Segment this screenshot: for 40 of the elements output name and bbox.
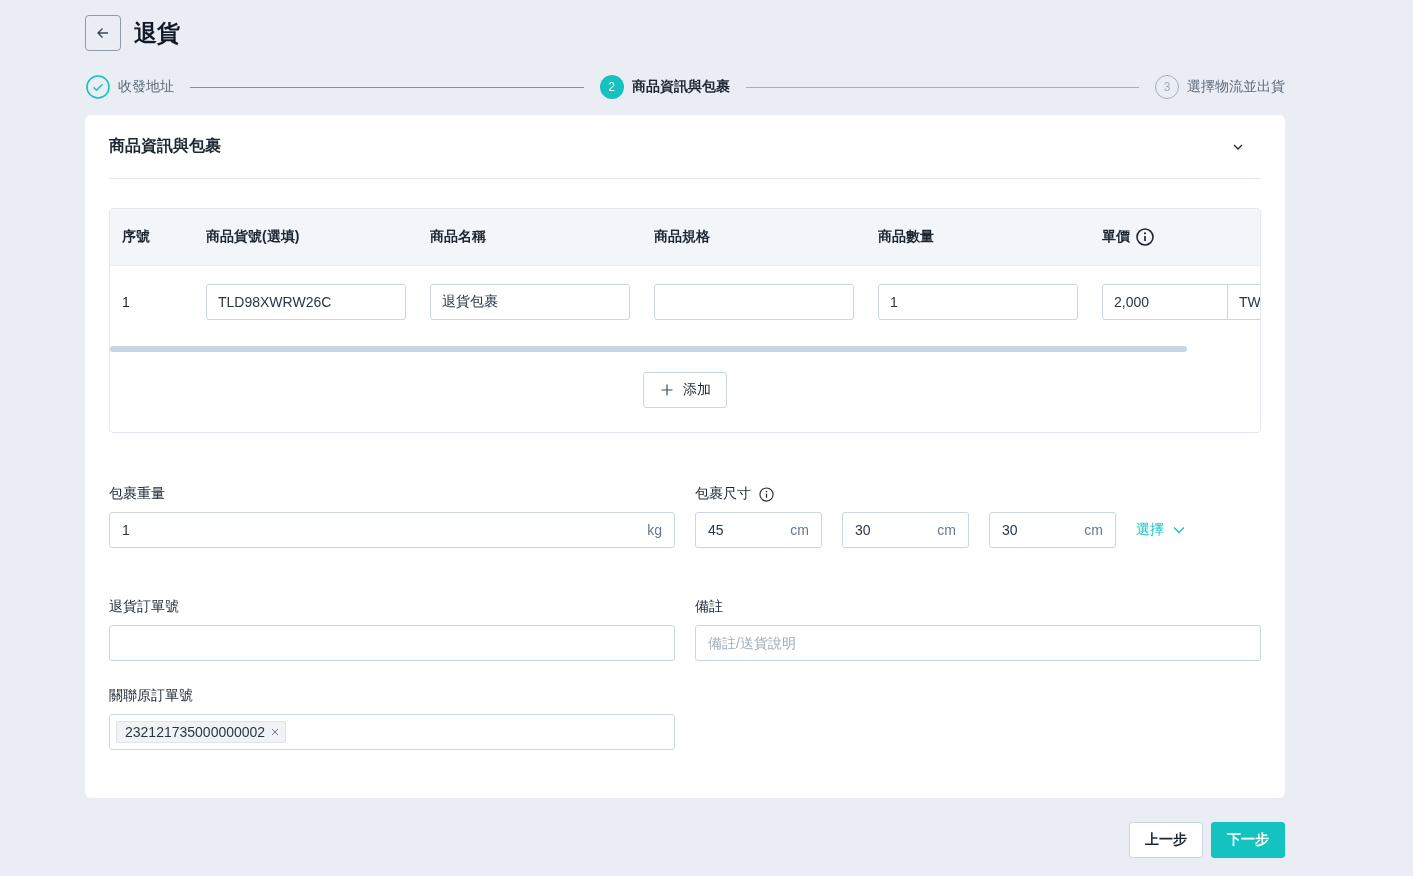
column-header: 商品貨號(選填) [206, 228, 300, 246]
remark-input[interactable]: 備註/送貨說明 [695, 625, 1261, 661]
field-label: 備註 [695, 598, 724, 616]
step-label: 收發地址 [118, 78, 174, 96]
field-label: 退貨訂單號 [109, 598, 180, 616]
add-button[interactable]: 添加 [643, 372, 727, 408]
column-header: 商品規格 [654, 228, 710, 246]
price-input[interactable]: 2,000 [1102, 284, 1228, 320]
column-header: 序號 [122, 228, 150, 246]
step-label: 商品資訊與包裹 [631, 78, 730, 96]
name-input[interactable]: 退貨包裹 [430, 284, 630, 320]
dimension-input[interactable]: 45 cm [695, 512, 822, 548]
return-order-input[interactable] [109, 625, 675, 661]
horizontal-scrollbar[interactable] [110, 346, 1187, 352]
column-header: 單價 [1102, 228, 1130, 246]
section-title: 商品資訊與包裹 [109, 136, 221, 156]
plus-icon [661, 384, 673, 396]
page-title: 退貨 [134, 18, 180, 48]
back-button[interactable] [85, 15, 121, 51]
field-label: 包裹重量 [109, 485, 166, 503]
sku-input[interactable]: TLD98XWRW26C [206, 284, 406, 320]
info-icon[interactable] [759, 486, 774, 502]
spec-input[interactable] [654, 284, 854, 320]
step-number: 2 [599, 75, 624, 99]
column-header: 商品數量 [878, 228, 934, 246]
previous-button[interactable]: 上一步 [1129, 822, 1203, 858]
related-order-input[interactable]: 232121735000000002 [109, 714, 675, 750]
info-icon[interactable] [1136, 228, 1154, 246]
field-label: 關聯原訂單號 [109, 687, 194, 705]
row-number: 1 [122, 294, 130, 310]
weight-input[interactable]: 1 kg [109, 512, 675, 548]
dimension-input[interactable]: 30 cm [842, 512, 969, 548]
step-label: 選擇物流並出貨 [1187, 78, 1285, 96]
close-icon[interactable] [271, 728, 280, 736]
quantity-input[interactable]: 1 [878, 284, 1078, 320]
field-label: 包裹尺寸 [695, 485, 751, 503]
currency-select[interactable]: TW [1228, 284, 1260, 320]
column-header: 商品名稱 [430, 228, 486, 246]
tag-text: 232121735000000002 [125, 724, 266, 740]
dimension-input[interactable]: 30 cm [989, 512, 1116, 548]
